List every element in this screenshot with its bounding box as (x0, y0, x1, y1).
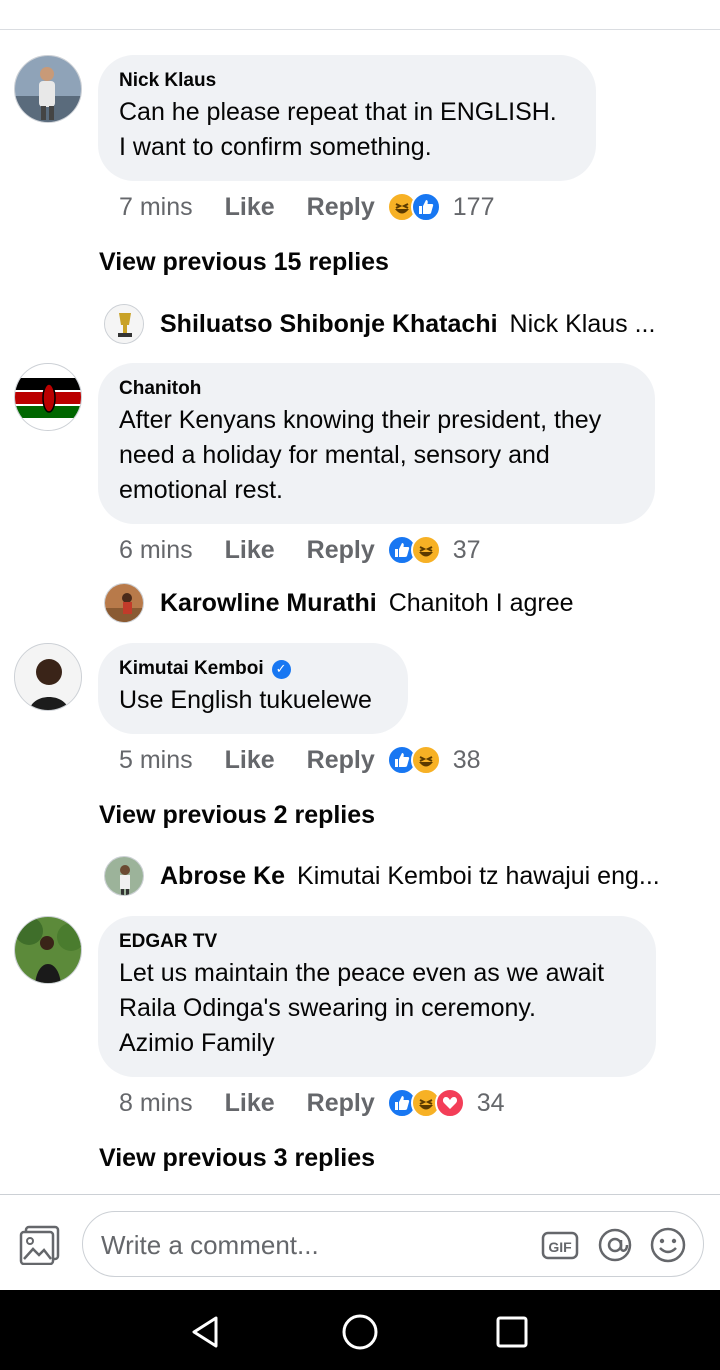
like-reaction-icon (410, 192, 441, 222)
like-button[interactable]: Like (225, 193, 275, 222)
comment-author[interactable]: Chanitoh (119, 377, 633, 401)
comment-time[interactable]: 5 mins (119, 746, 193, 775)
reply-button[interactable]: Reply (307, 746, 375, 775)
reply-preview[interactable]: Shiluatso Shibonje Khatachi Nick Klaus .… (104, 302, 655, 346)
like-button[interactable]: Like (225, 536, 275, 565)
svg-text:GIF: GIF (548, 1239, 572, 1255)
comment-actions: 7 mins Like Reply 177 (119, 187, 494, 227)
comment-input[interactable]: Write a comment... GIF (82, 1211, 704, 1277)
comment-author[interactable]: Kimutai Kemboi (119, 657, 264, 681)
reaction-summary[interactable] (386, 535, 441, 565)
recents-icon[interactable] (492, 1312, 532, 1352)
gif-icon[interactable]: GIF (541, 1226, 579, 1264)
mention-icon[interactable] (596, 1226, 634, 1264)
reply-author[interactable]: Karowline Murathi (160, 589, 377, 618)
haha-reaction-icon (410, 535, 441, 565)
comment-text: Use English tukuelewe (119, 686, 372, 714)
emoji-icon[interactable] (649, 1226, 687, 1264)
reply-author[interactable]: Shiluatso Shibonje Khatachi (160, 310, 498, 339)
reply-text: Chanitoh I agree (388, 588, 574, 617)
avatar[interactable] (104, 856, 144, 896)
view-previous-replies[interactable]: View previous 3 replies (99, 1144, 375, 1173)
avatar[interactable] (14, 643, 82, 711)
avatar[interactable] (14, 55, 82, 123)
reaction-count[interactable]: 38 (453, 746, 481, 775)
reaction-summary[interactable] (386, 1088, 465, 1118)
comment-actions: 8 mins Like Reply 34 (119, 1083, 505, 1123)
comment-time[interactable]: 7 mins (119, 193, 193, 222)
avatar[interactable] (14, 363, 82, 431)
comment-author[interactable]: Nick Klaus (119, 69, 574, 93)
back-icon[interactable] (186, 1312, 226, 1352)
view-previous-replies[interactable]: View previous 15 replies (99, 248, 389, 277)
verified-badge-icon: ✓ (271, 659, 291, 679)
reply-preview[interactable]: Abrose Ke Kimutai Kemboi tz hawajui eng.… (104, 854, 660, 898)
comment-text: Can he please repeat that in ENGLISH. I … (119, 98, 557, 161)
reply-text: Kimutai Kemboi tz hawajui eng... (297, 861, 660, 890)
reaction-count[interactable]: 34 (477, 1089, 505, 1118)
reaction-count[interactable]: 177 (453, 193, 495, 222)
photo-icon[interactable] (18, 1225, 62, 1266)
reply-text: Nick Klaus ... (509, 309, 656, 338)
comment-time[interactable]: 8 mins (119, 1089, 193, 1118)
like-button[interactable]: Like (225, 1089, 275, 1118)
top-bar (0, 0, 720, 30)
comment-text: Let us maintain the peace even as we awa… (119, 959, 605, 1057)
reply-button[interactable]: Reply (307, 536, 375, 565)
comment-actions: 6 mins Like Reply 37 (119, 530, 481, 570)
reply-preview[interactable]: Karowline Murathi Chanitoh I agree (104, 581, 574, 625)
view-previous-replies[interactable]: View previous 2 replies (99, 801, 375, 830)
comment-author[interactable]: EDGAR TV (119, 930, 634, 954)
reaction-summary[interactable] (386, 745, 441, 775)
love-reaction-icon (434, 1088, 465, 1118)
comment-bubble[interactable]: Chanitoh After Kenyans knowing their pre… (98, 363, 655, 524)
reply-author[interactable]: Abrose Ke (160, 862, 285, 891)
reply-button[interactable]: Reply (307, 1089, 375, 1118)
system-navigation-bar (0, 1290, 720, 1370)
comment-author-row: Kimutai Kemboi ✓ (119, 657, 386, 681)
comment-text: After Kenyans knowing their president, t… (119, 406, 602, 504)
like-button[interactable]: Like (225, 746, 275, 775)
comment-time[interactable]: 6 mins (119, 536, 193, 565)
reaction-count[interactable]: 37 (453, 536, 481, 565)
comment-input-placeholder: Write a comment... (101, 1230, 319, 1260)
avatar[interactable] (14, 916, 82, 984)
home-icon[interactable] (340, 1312, 380, 1352)
haha-reaction-icon (410, 745, 441, 775)
reaction-summary[interactable] (386, 192, 441, 222)
comment-actions: 5 mins Like Reply 38 (119, 740, 481, 780)
comment-bubble[interactable]: Kimutai Kemboi ✓ Use English tukuelewe (98, 643, 408, 734)
comment-bubble[interactable]: EDGAR TV Let us maintain the peace even … (98, 916, 656, 1077)
avatar[interactable] (104, 304, 144, 344)
comment-feed[interactable]: Nick Klaus Can he please repeat that in … (0, 30, 720, 1194)
comment-composer: Write a comment... GIF (0, 1194, 720, 1290)
comment-bubble[interactable]: Nick Klaus Can he please repeat that in … (98, 55, 596, 181)
reply-button[interactable]: Reply (307, 193, 375, 222)
avatar[interactable] (104, 583, 144, 623)
